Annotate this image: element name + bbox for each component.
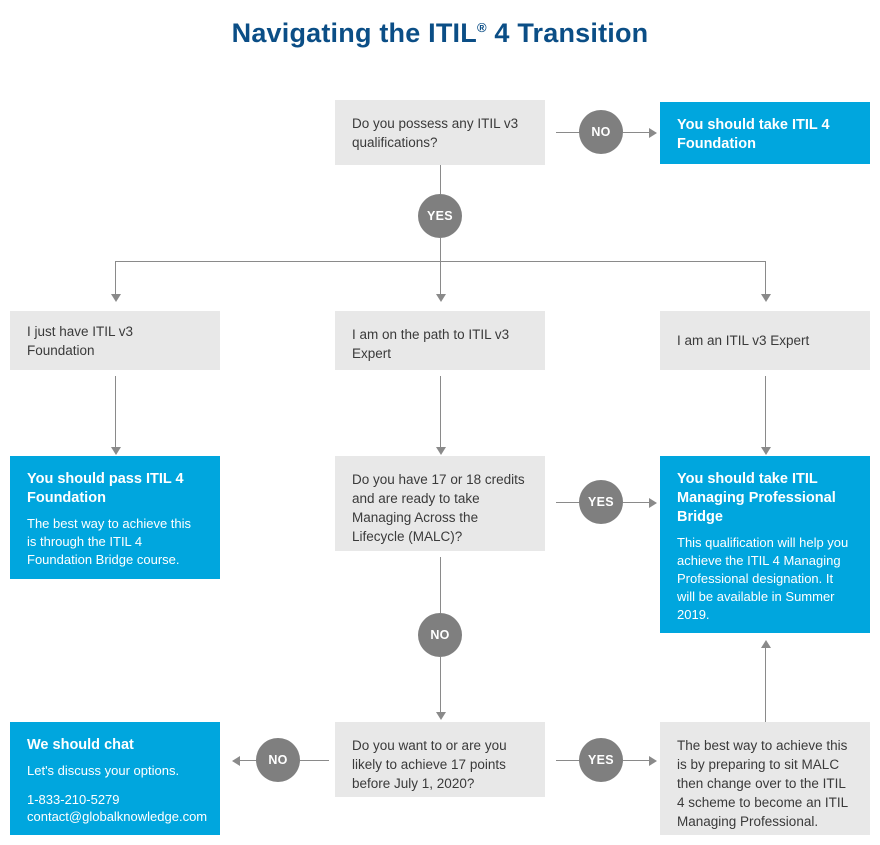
connector-yes-badge-to-mp-bridge <box>623 502 649 503</box>
arrowhead-right-to-mp-bridge <box>649 498 657 508</box>
connector-malc-to-yes-badge <box>556 502 580 503</box>
contact-details: 1-833-210-5279 contact@globalknowledge.c… <box>27 791 207 825</box>
connector-no-badge-to-points-question <box>440 657 441 713</box>
connector-points-question-to-no-badge <box>300 760 329 761</box>
contact-phone[interactable]: 1-833-210-5279 <box>27 792 120 807</box>
badge-yes-top-label: YES <box>427 209 453 223</box>
branch-path-to-v3-expert[interactable]: I am on the path to ITIL v3 Expert <box>335 311 545 370</box>
question-credits-malc-text: Do you have 17 or 18 credits and are rea… <box>352 472 525 544</box>
branch-path-to-v3-expert-text: I am on the path to ITIL v3 Expert <box>352 327 510 361</box>
registered-mark-icon: ® <box>476 20 487 35</box>
badge-yes-top: YES <box>418 194 462 238</box>
result-we-should-chat-heading: We should chat <box>27 737 134 753</box>
connector-q1-to-no-badge <box>556 132 580 133</box>
arrowhead-right-to-prepare-malc <box>649 756 657 766</box>
connector-points-to-yes-badge <box>556 760 580 761</box>
arrowhead-down-branch-left <box>111 294 121 302</box>
badge-yes-malc-label: YES <box>588 495 614 509</box>
arrowhead-down-to-malc-question <box>436 447 446 455</box>
question-possess-v3-qualifications[interactable]: Do you possess any ITIL v3 qualification… <box>335 100 545 165</box>
arrowhead-down-branch-center <box>436 294 446 302</box>
connector-q1-to-yes-badge <box>440 165 441 194</box>
connector-prepare-malc-up-to-mp-bridge <box>765 648 766 722</box>
connector-yes-badge-to-split <box>440 238 441 262</box>
badge-no-malc: NO <box>418 613 462 657</box>
question-17-points-by-july-2020[interactable]: Do you want to or are you likely to achi… <box>335 722 545 797</box>
connector-center-branch-down <box>440 376 441 448</box>
question-17-points-text: Do you want to or are you likely to achi… <box>352 738 507 791</box>
connector-yes-badge-to-prepare-malc <box>623 760 649 761</box>
badge-yes-points-label: YES <box>588 753 614 767</box>
arrowhead-left-to-we-should-chat <box>232 756 240 766</box>
result-pass-itil4-foundation-body: The best way to achieve this is through … <box>27 516 192 567</box>
branch-is-v3-expert-text: I am an ITIL v3 Expert <box>677 333 810 348</box>
badge-no-top-label: NO <box>591 125 611 139</box>
branch-just-have-v3-foundation[interactable]: I just have ITIL v3 Foundation <box>10 311 220 370</box>
badge-no-points-label: NO <box>268 753 288 767</box>
badge-no-points: NO <box>256 738 300 782</box>
arrowhead-down-to-mp-bridge <box>761 447 771 455</box>
badge-no-top: NO <box>579 110 623 154</box>
arrowhead-down-to-pass-foundation <box>111 447 121 455</box>
result-mp-bridge-body: This qualification will help you achieve… <box>677 535 849 622</box>
info-prepare-for-malc-text: The best way to achieve this is by prepa… <box>677 738 848 829</box>
result-we-should-chat[interactable]: We should chat Let's discuss your option… <box>10 722 220 835</box>
connector-no-badge-to-chat <box>240 760 256 761</box>
arrowhead-down-branch-right <box>761 294 771 302</box>
result-mp-bridge-heading: You should take ITIL Managing Profession… <box>677 471 836 525</box>
branch-is-v3-expert[interactable]: I am an ITIL v3 Expert <box>660 311 870 370</box>
result-pass-itil4-foundation[interactable]: You should pass ITIL 4 Foundation The be… <box>10 456 220 579</box>
connector-right-branch-down <box>765 376 766 448</box>
flowchart-canvas: Navigating the ITIL® 4 Transition Do you… <box>0 0 880 845</box>
result-take-itil4-foundation-heading: You should take ITIL 4 Foundation <box>677 117 830 152</box>
arrowhead-up-to-mp-bridge <box>761 640 771 648</box>
info-prepare-for-malc[interactable]: The best way to achieve this is by prepa… <box>660 722 870 835</box>
connector-bus-drop-center <box>440 261 441 295</box>
question-credits-malc[interactable]: Do you have 17 or 18 credits and are rea… <box>335 456 545 551</box>
connector-bus-drop-left <box>115 261 116 295</box>
result-mp-bridge[interactable]: You should take ITIL Managing Profession… <box>660 456 870 633</box>
arrowhead-right-to-foundation <box>649 128 657 138</box>
result-pass-itil4-foundation-heading: You should pass ITIL 4 Foundation <box>27 471 184 506</box>
page-title: Navigating the ITIL® 4 Transition <box>0 18 880 49</box>
branch-just-have-v3-foundation-text: I just have ITIL v3 Foundation <box>27 323 134 358</box>
badge-yes-malc: YES <box>579 480 623 524</box>
result-take-itil4-foundation[interactable]: You should take ITIL 4 Foundation <box>660 102 870 164</box>
connector-no-badge-to-foundation <box>623 132 649 133</box>
connector-malc-to-no-badge <box>440 557 441 613</box>
title-text-before: Navigating the ITIL <box>231 18 477 48</box>
question-possess-v3-qualifications-text: Do you possess any ITIL v3 qualification… <box>352 115 519 150</box>
badge-yes-points: YES <box>579 738 623 782</box>
result-we-should-chat-body: Let's discuss your options. <box>27 763 180 778</box>
arrowhead-down-to-points-question <box>436 712 446 720</box>
title-text-after: 4 Transition <box>486 18 649 48</box>
connector-bus-drop-right <box>765 261 766 295</box>
badge-no-malc-label: NO <box>430 628 450 642</box>
contact-email[interactable]: contact@globalknowledge.com <box>27 809 207 824</box>
connector-left-branch-down <box>115 376 116 448</box>
